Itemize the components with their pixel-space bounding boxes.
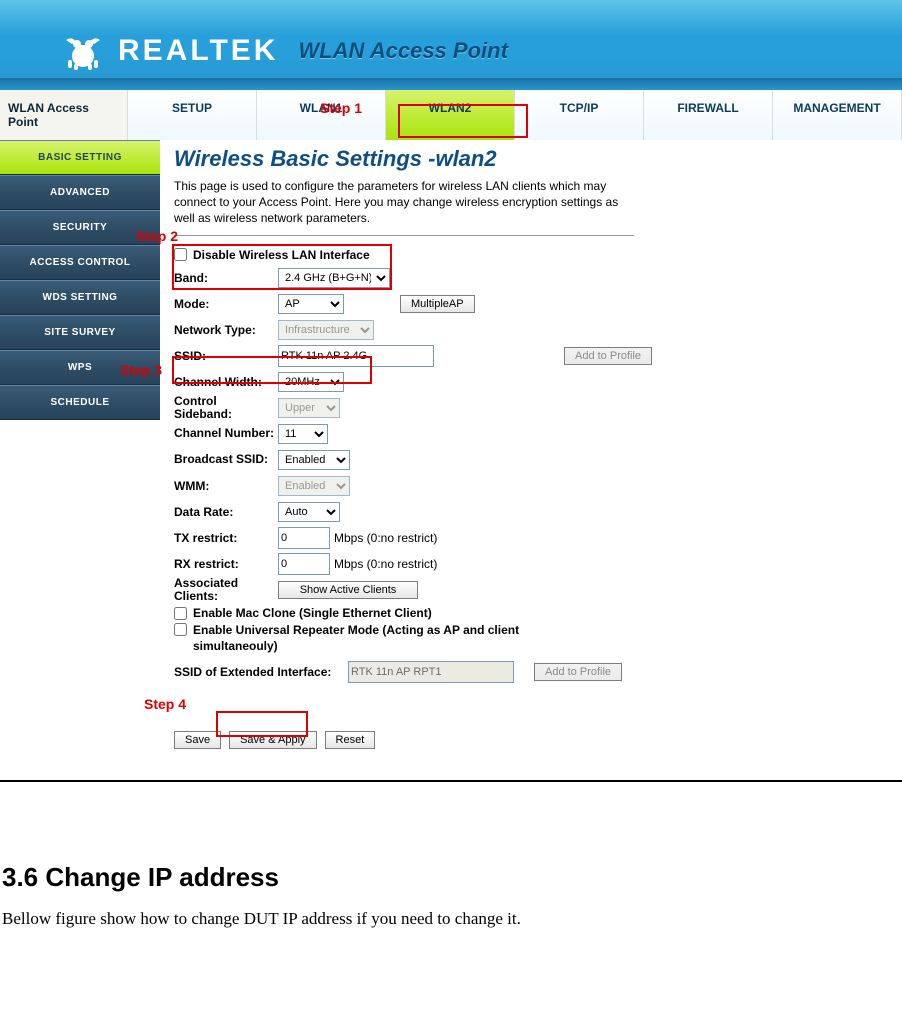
multiple-ap-button[interactable]: MultipleAP [400, 295, 475, 313]
rx-hint: Mbps (0:no restrict) [334, 557, 437, 571]
brand-text: REALTEK [118, 34, 278, 68]
doc-body: Bellow figure show how to change DUT IP … [2, 909, 902, 929]
tab-management[interactable]: MANAGEMENT [773, 90, 902, 140]
step4-label: Step 4 [144, 696, 186, 712]
tab-wlan2[interactable]: WLAN2 [386, 90, 515, 140]
nettype-select: Infrastructure [278, 320, 374, 340]
tx-input[interactable] [278, 527, 330, 549]
rx-label: RX restrict: [174, 557, 278, 571]
bssid-label: Broadcast SSID: [174, 453, 278, 466]
urepeater-label: Enable Universal Repeater Mode (Acting a… [193, 623, 544, 654]
chanw-label: Channel Width: [174, 375, 278, 389]
sidebar-item-wds[interactable]: WDS SETTING [0, 280, 160, 315]
nettype-label: Network Type: [174, 323, 278, 337]
rx-input[interactable] [278, 553, 330, 575]
step1-label: Step 1 [320, 100, 362, 116]
screenshot-container: Step 1 REALTEK WLAN Access Point [0, 0, 902, 782]
band-select[interactable]: 2.4 GHz (B+G+N) [278, 268, 390, 288]
tab-firewall[interactable]: FIREWALL [644, 90, 773, 140]
sideband-select: Upper [278, 398, 340, 418]
tx-hint: Mbps (0:no restrict) [334, 531, 437, 545]
macclone-checkbox[interactable] [174, 607, 187, 620]
show-clients-button[interactable]: Show Active Clients [278, 581, 418, 599]
nav-side-title: WLAN Access Point [0, 90, 128, 140]
tab-tcpip[interactable]: TCP/IP [515, 90, 644, 140]
tab-setup[interactable]: SETUP [128, 90, 257, 140]
page-title: Wireless Basic Settings -wlan2 [174, 146, 888, 172]
save-button[interactable]: Save [174, 731, 221, 749]
doc-heading: 3.6 Change IP address [2, 862, 902, 893]
sidebar-item-schedule[interactable]: SCHEDULE [0, 385, 160, 420]
main-area: BASIC SETTING ADVANCED SECURITY ACCESS C… [0, 140, 902, 780]
ext-ssid-input [348, 661, 514, 683]
sidebar-item-basic[interactable]: BASIC SETTING [0, 140, 160, 175]
disable-wlan-label: Disable Wireless LAN Interface [193, 248, 370, 262]
rate-label: Data Rate: [174, 505, 278, 519]
sidebar-item-access-control[interactable]: ACCESS CONTROL [0, 245, 160, 280]
step2-label: Step 2 [136, 228, 178, 244]
bssid-select[interactable]: Enabled [278, 450, 350, 470]
document-text: 3.6 Change IP address Bellow figure show… [0, 782, 902, 963]
wmm-select: Enabled [278, 476, 350, 496]
chanw-select[interactable]: 20MHz [278, 372, 344, 392]
mode-label: Mode: [174, 297, 278, 311]
step3-label: Step 3 [120, 362, 162, 378]
add-to-profile-button: Add to Profile [564, 347, 652, 365]
channum-select[interactable]: 11 [278, 424, 328, 444]
content-area: Wireless Basic Settings -wlan2 This page… [160, 140, 902, 780]
wmm-label: WMM: [174, 479, 278, 493]
save-apply-button[interactable]: Save & Apply [229, 731, 316, 749]
disable-wlan-checkbox[interactable] [174, 248, 187, 261]
realtek-logo-icon [60, 30, 106, 72]
urepeater-checkbox[interactable] [174, 623, 187, 636]
reset-button[interactable]: Reset [325, 731, 376, 749]
banner: REALTEK WLAN Access Point [0, 0, 902, 90]
ext-ssid-label: SSID of Extended Interface: [174, 665, 348, 679]
sidebar-item-advanced[interactable]: ADVANCED [0, 175, 160, 210]
page-desc: This page is used to configure the param… [174, 178, 634, 227]
band-label: Band: [174, 271, 278, 285]
add-to-profile-button-2: Add to Profile [534, 663, 622, 681]
channum-label: Channel Number: [174, 427, 278, 440]
ssid-input[interactable] [278, 345, 434, 367]
rate-select[interactable]: Auto [278, 502, 340, 522]
mode-select[interactable]: AP [278, 294, 344, 314]
macclone-label: Enable Mac Clone (Single Ethernet Client… [193, 606, 432, 620]
tagline-text: WLAN Access Point [298, 38, 507, 64]
top-nav: WLAN Access Point SETUP WLAN1 WLAN2 TCP/… [0, 90, 902, 140]
sidebar-item-site-survey[interactable]: SITE SURVEY [0, 315, 160, 350]
assoc-label: Associated Clients: [174, 577, 278, 603]
ssid-label: SSID: [174, 349, 278, 363]
tx-label: TX restrict: [174, 531, 278, 545]
sideband-label: Control Sideband: [174, 395, 278, 421]
